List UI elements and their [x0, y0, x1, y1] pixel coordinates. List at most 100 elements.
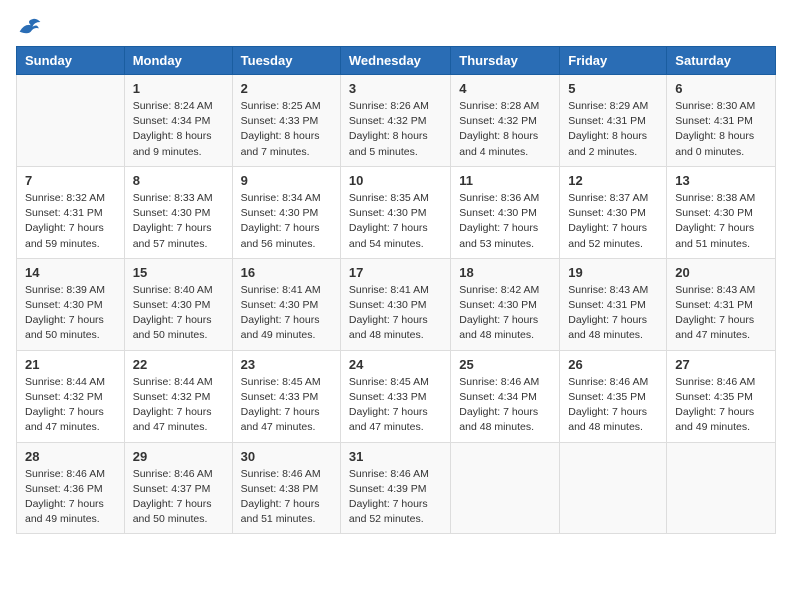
- day-number: 24: [349, 357, 442, 372]
- calendar-cell: 4 Sunrise: 8:28 AM Sunset: 4:32 PM Daylig…: [451, 75, 560, 167]
- calendar-cell: 26 Sunrise: 8:46 AM Sunset: 4:35 PM Dayli…: [560, 350, 667, 442]
- day-number: 20: [675, 265, 767, 280]
- day-info: Sunrise: 8:46 AM Sunset: 4:39 PM Dayligh…: [349, 467, 442, 528]
- calendar-cell: 14 Sunrise: 8:39 AM Sunset: 4:30 PM Dayli…: [17, 258, 125, 350]
- day-number: 16: [241, 265, 332, 280]
- day-info: Sunrise: 8:42 AM Sunset: 4:30 PM Dayligh…: [459, 283, 551, 344]
- calendar-cell: 21 Sunrise: 8:44 AM Sunset: 4:32 PM Dayli…: [17, 350, 125, 442]
- column-header-wednesday: Wednesday: [340, 47, 450, 75]
- day-info: Sunrise: 8:34 AM Sunset: 4:30 PM Dayligh…: [241, 191, 332, 252]
- day-info: Sunrise: 8:44 AM Sunset: 4:32 PM Dayligh…: [25, 375, 116, 436]
- day-number: 8: [133, 173, 224, 188]
- day-info: Sunrise: 8:37 AM Sunset: 4:30 PM Dayligh…: [568, 191, 658, 252]
- calendar-cell: 20 Sunrise: 8:43 AM Sunset: 4:31 PM Dayli…: [667, 258, 776, 350]
- calendar-cell: 17 Sunrise: 8:41 AM Sunset: 4:30 PM Dayli…: [340, 258, 450, 350]
- day-number: 9: [241, 173, 332, 188]
- column-header-sunday: Sunday: [17, 47, 125, 75]
- day-info: Sunrise: 8:35 AM Sunset: 4:30 PM Dayligh…: [349, 191, 442, 252]
- calendar-cell: 24 Sunrise: 8:45 AM Sunset: 4:33 PM Dayli…: [340, 350, 450, 442]
- column-header-tuesday: Tuesday: [232, 47, 340, 75]
- calendar-cell: 3Sunrise: 8:26 AM Sunset: 4:32 PM Daylig…: [340, 75, 450, 167]
- calendar-week-row: 7Sunrise: 8:32 AM Sunset: 4:31 PM Daylig…: [17, 166, 776, 258]
- calendar-cell: 19 Sunrise: 8:43 AM Sunset: 4:31 PM Dayli…: [560, 258, 667, 350]
- day-number: 25: [459, 357, 551, 372]
- day-number: 13: [675, 173, 767, 188]
- day-number: 11: [459, 173, 551, 188]
- calendar-cell: 9 Sunrise: 8:34 AM Sunset: 4:30 PM Daylig…: [232, 166, 340, 258]
- day-info: Sunrise: 8:46 AM Sunset: 4:37 PM Dayligh…: [133, 467, 224, 528]
- column-header-friday: Friday: [560, 47, 667, 75]
- day-info: Sunrise: 8:46 AM Sunset: 4:36 PM Dayligh…: [25, 467, 116, 528]
- calendar-cell: [17, 75, 125, 167]
- day-number: 15: [133, 265, 224, 280]
- day-info: Sunrise: 8:39 AM Sunset: 4:30 PM Dayligh…: [25, 283, 116, 344]
- day-info: Sunrise: 8:41 AM Sunset: 4:30 PM Dayligh…: [349, 283, 442, 344]
- day-info: Sunrise: 8:28 AM Sunset: 4:32 PM Dayligh…: [459, 99, 551, 160]
- day-number: 17: [349, 265, 442, 280]
- column-header-monday: Monday: [124, 47, 232, 75]
- day-number: 1: [133, 81, 224, 96]
- page-header: [16, 16, 776, 36]
- calendar-week-row: 1 Sunrise: 8:24 AM Sunset: 4:34 PM Daylig…: [17, 75, 776, 167]
- day-info: Sunrise: 8:46 AM Sunset: 4:35 PM Dayligh…: [568, 375, 658, 436]
- calendar-cell: [560, 442, 667, 534]
- calendar-table: SundayMondayTuesdayWednesdayThursdayFrid…: [16, 46, 776, 534]
- calendar-cell: 10 Sunrise: 8:35 AM Sunset: 4:30 PM Dayli…: [340, 166, 450, 258]
- day-number: 4: [459, 81, 551, 96]
- day-info: Sunrise: 8:43 AM Sunset: 4:31 PM Dayligh…: [675, 283, 767, 344]
- calendar-cell: 22 Sunrise: 8:44 AM Sunset: 4:32 PM Dayli…: [124, 350, 232, 442]
- calendar-cell: 2 Sunrise: 8:25 AM Sunset: 4:33 PM Daylig…: [232, 75, 340, 167]
- calendar-cell: 6 Sunrise: 8:30 AM Sunset: 4:31 PM Daylig…: [667, 75, 776, 167]
- day-info: Sunrise: 8:44 AM Sunset: 4:32 PM Dayligh…: [133, 375, 224, 436]
- day-number: 31: [349, 449, 442, 464]
- calendar-cell: 5 Sunrise: 8:29 AM Sunset: 4:31 PM Daylig…: [560, 75, 667, 167]
- day-number: 22: [133, 357, 224, 372]
- calendar-cell: [451, 442, 560, 534]
- day-info: Sunrise: 8:45 AM Sunset: 4:33 PM Dayligh…: [349, 375, 442, 436]
- day-info: Sunrise: 8:25 AM Sunset: 4:33 PM Dayligh…: [241, 99, 332, 160]
- logo: [16, 16, 42, 36]
- calendar-cell: 28 Sunrise: 8:46 AM Sunset: 4:36 PM Dayli…: [17, 442, 125, 534]
- day-info: Sunrise: 8:38 AM Sunset: 4:30 PM Dayligh…: [675, 191, 767, 252]
- day-info: Sunrise: 8:32 AM Sunset: 4:31 PM Dayligh…: [25, 191, 116, 252]
- day-info: Sunrise: 8:30 AM Sunset: 4:31 PM Dayligh…: [675, 99, 767, 160]
- calendar-cell: 25 Sunrise: 8:46 AM Sunset: 4:34 PM Dayli…: [451, 350, 560, 442]
- day-number: 29: [133, 449, 224, 464]
- day-number: 26: [568, 357, 658, 372]
- calendar-week-row: 28 Sunrise: 8:46 AM Sunset: 4:36 PM Dayli…: [17, 442, 776, 534]
- calendar-cell: 7Sunrise: 8:32 AM Sunset: 4:31 PM Daylig…: [17, 166, 125, 258]
- day-number: 28: [25, 449, 116, 464]
- day-number: 10: [349, 173, 442, 188]
- day-number: 19: [568, 265, 658, 280]
- day-info: Sunrise: 8:43 AM Sunset: 4:31 PM Dayligh…: [568, 283, 658, 344]
- calendar-cell: 23 Sunrise: 8:45 AM Sunset: 4:33 PM Dayli…: [232, 350, 340, 442]
- day-info: Sunrise: 8:40 AM Sunset: 4:30 PM Dayligh…: [133, 283, 224, 344]
- calendar-cell: 1 Sunrise: 8:24 AM Sunset: 4:34 PM Daylig…: [124, 75, 232, 167]
- day-number: 6: [675, 81, 767, 96]
- calendar-cell: 27Sunrise: 8:46 AM Sunset: 4:35 PM Dayli…: [667, 350, 776, 442]
- calendar-week-row: 21 Sunrise: 8:44 AM Sunset: 4:32 PM Dayli…: [17, 350, 776, 442]
- calendar-cell: 16Sunrise: 8:41 AM Sunset: 4:30 PM Dayli…: [232, 258, 340, 350]
- calendar-cell: 18 Sunrise: 8:42 AM Sunset: 4:30 PM Dayli…: [451, 258, 560, 350]
- day-number: 23: [241, 357, 332, 372]
- day-number: 18: [459, 265, 551, 280]
- logo-bird-icon: [18, 16, 42, 36]
- day-info: Sunrise: 8:46 AM Sunset: 4:34 PM Dayligh…: [459, 375, 551, 436]
- day-info: Sunrise: 8:29 AM Sunset: 4:31 PM Dayligh…: [568, 99, 658, 160]
- day-number: 14: [25, 265, 116, 280]
- day-info: Sunrise: 8:26 AM Sunset: 4:32 PM Dayligh…: [349, 99, 442, 160]
- calendar-cell: 31 Sunrise: 8:46 AM Sunset: 4:39 PM Dayli…: [340, 442, 450, 534]
- day-number: 27: [675, 357, 767, 372]
- calendar-header-row: SundayMondayTuesdayWednesdayThursdayFrid…: [17, 47, 776, 75]
- day-number: 12: [568, 173, 658, 188]
- day-number: 2: [241, 81, 332, 96]
- day-info: Sunrise: 8:45 AM Sunset: 4:33 PM Dayligh…: [241, 375, 332, 436]
- day-number: 21: [25, 357, 116, 372]
- calendar-cell: 30Sunrise: 8:46 AM Sunset: 4:38 PM Dayli…: [232, 442, 340, 534]
- column-header-thursday: Thursday: [451, 47, 560, 75]
- day-number: 5: [568, 81, 658, 96]
- calendar-week-row: 14 Sunrise: 8:39 AM Sunset: 4:30 PM Dayli…: [17, 258, 776, 350]
- calendar-cell: 8Sunrise: 8:33 AM Sunset: 4:30 PM Daylig…: [124, 166, 232, 258]
- calendar-cell: [667, 442, 776, 534]
- day-info: Sunrise: 8:24 AM Sunset: 4:34 PM Dayligh…: [133, 99, 224, 160]
